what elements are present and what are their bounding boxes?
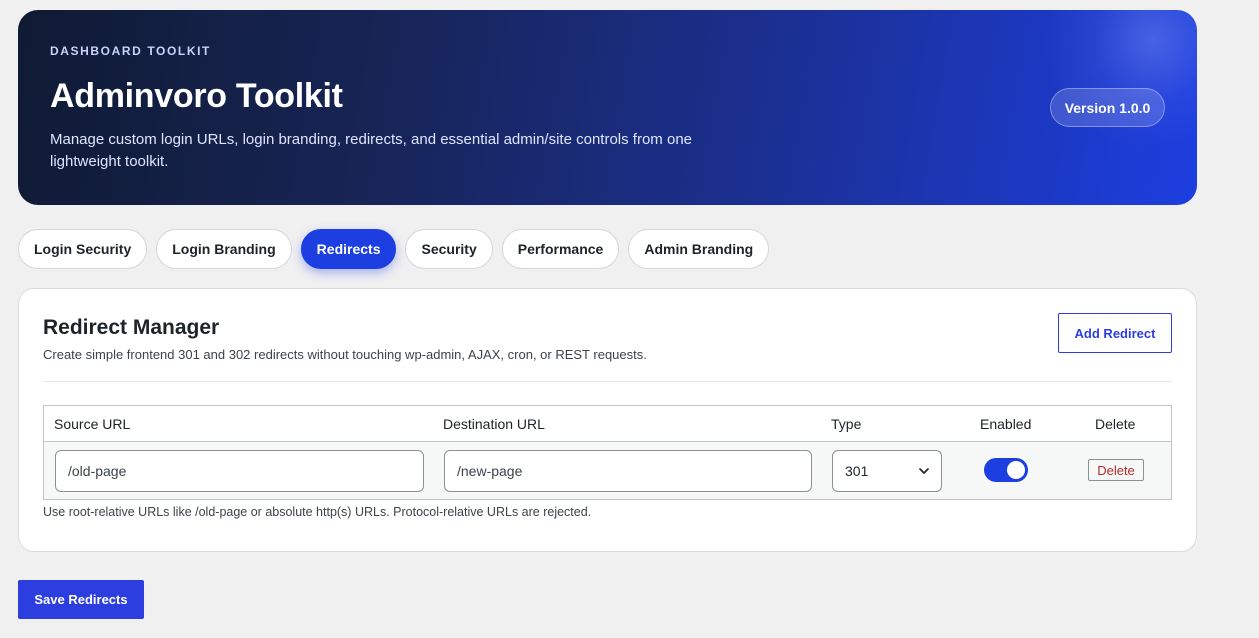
column-header-type: Type [831, 416, 862, 432]
table-header: Source URL Destination URL Type Enabled … [44, 406, 1171, 442]
url-hint: Use root-relative URLs like /old-page or… [43, 505, 592, 519]
tab-performance[interactable]: Performance [501, 229, 620, 269]
column-header-enabled: Enabled [980, 416, 1032, 432]
redirect-type-value: 301 [845, 463, 869, 479]
column-header-destination: Destination URL [443, 416, 545, 432]
destination-url-input[interactable]: /new-page [444, 450, 812, 492]
tab-security[interactable]: Security [405, 229, 493, 269]
tab-admin-branding[interactable]: Admin Branding [628, 229, 770, 269]
hero-description: Manage custom login URLs, login branding… [50, 131, 692, 170]
version-badge: Version 1.0.0 [1050, 88, 1165, 127]
tab-bar: Login Security Login Branding Redirects … [18, 229, 770, 269]
panel-subtitle: Create simple frontend 301 and 302 redir… [43, 347, 647, 362]
panel-title: Redirect Manager [43, 316, 220, 339]
page-title: Adminvoro Toolkit [50, 77, 343, 115]
tab-login-branding[interactable]: Login Branding [156, 229, 292, 269]
redirects-table: Source URL Destination URL Type Enabled … [43, 405, 1172, 500]
hero-eyebrow: DASHBOARD TOOLKIT [50, 44, 211, 58]
column-header-delete: Delete [1095, 416, 1136, 432]
redirect-manager-panel: Redirect Manager Create simple frontend … [18, 288, 1197, 552]
chevron-down-icon [919, 468, 929, 474]
tab-login-security[interactable]: Login Security [18, 229, 148, 269]
source-url-input[interactable]: /old-page [55, 450, 424, 492]
column-header-source: Source URL [54, 416, 131, 432]
table-row: /old-page /new-page 301 Delete [44, 442, 1171, 499]
tab-redirects[interactable]: Redirects [300, 229, 397, 269]
add-redirect-button[interactable]: Add Redirect [1058, 313, 1172, 353]
enabled-toggle[interactable] [984, 458, 1028, 482]
save-redirects-button[interactable]: Save Redirects [18, 580, 144, 619]
delete-button[interactable]: Delete [1088, 459, 1144, 481]
hero-header: DASHBOARD TOOLKIT Adminvoro Toolkit Mana… [18, 10, 1197, 205]
divider [43, 381, 1172, 382]
redirect-type-select[interactable]: 301 [832, 450, 942, 492]
toggle-knob [1007, 461, 1025, 479]
